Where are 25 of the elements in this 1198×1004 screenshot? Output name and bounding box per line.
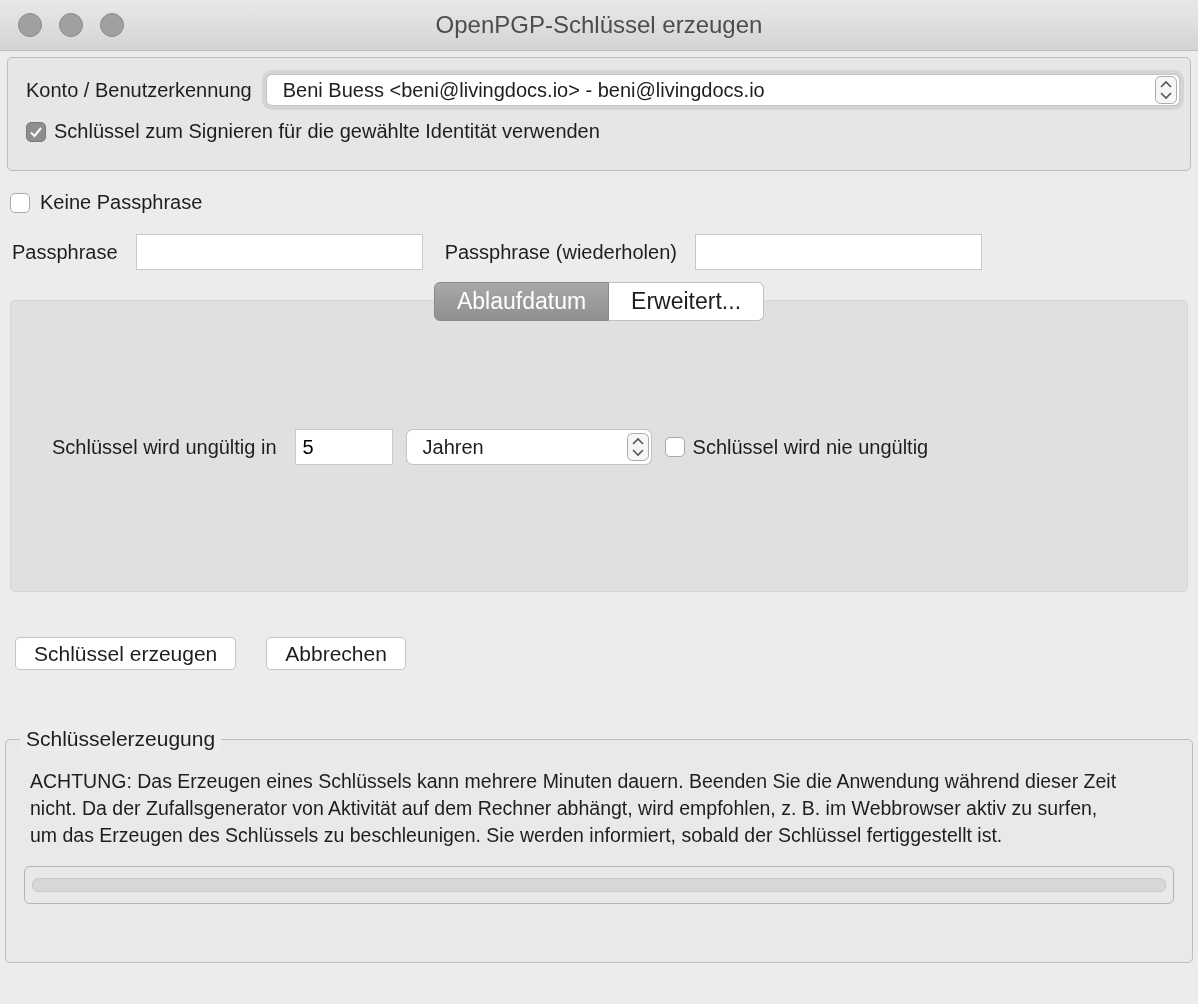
passphrase-label: Passphrase <box>12 240 118 264</box>
dialog-button[interactable]: Abbrechen <box>266 637 406 670</box>
stepper-icon <box>626 433 649 461</box>
checkbox-label: Keine Passphrase <box>40 191 203 214</box>
unit-dropdown[interactable]: Jahren <box>406 430 651 464</box>
checkbox[interactable] <box>664 437 685 457</box>
account-dropdown[interactable]: Beni Buess <beni@livingdocs.io> - beni@livingdocs.io <box>266 75 1179 105</box>
expiry-label: Schlüssel wird ungültig in <box>52 435 277 459</box>
passphrase-repeat-field[interactable] <box>694 234 982 270</box>
warning-message: ACHTUNG: Das Erzeugen eines Schlüssels kann mehrere Minuten dauern. Beenden Sie die Anwendung während dieser Zeit nicht. Da der Zufallsgenerator von Aktivität auf dem Rechner abhängt, wird empfohlen, z. B. im Webbrowser aktiv zu surfen, um das Erzeugen des Schlüssels zu beschleunigen. Sie werden informiert, sobald der Schlüssel fertiggestellt ist. <box>30 769 1118 848</box>
checkbox-label: Schlüssel wird nie ungültig <box>692 435 929 459</box>
expiry-amount-field[interactable]: 5 <box>294 429 393 465</box>
minimize-button[interactable] <box>59 13 83 37</box>
dialog-button[interactable]: Schlüssel erzeugen <box>15 637 237 670</box>
checkbox[interactable] <box>10 192 30 213</box>
window-title: OpenPGP-Schlüssel erzeugen <box>435 11 763 39</box>
checkbox[interactable] <box>26 121 46 142</box>
tab[interactable]: Erweitert... <box>609 282 765 321</box>
passphrase-field[interactable] <box>135 234 423 270</box>
stepper-icon <box>1155 76 1177 104</box>
account-label: Konto / Benutzerkennung <box>26 78 252 102</box>
zoom-button[interactable] <box>100 13 124 37</box>
close-button[interactable] <box>18 13 42 37</box>
checkbox-label: Schlüssel zum Signieren für die gewählte Identität verwenden <box>54 120 600 143</box>
passphrase-repeat-label: Passphrase (wiederholen) <box>444 240 677 264</box>
